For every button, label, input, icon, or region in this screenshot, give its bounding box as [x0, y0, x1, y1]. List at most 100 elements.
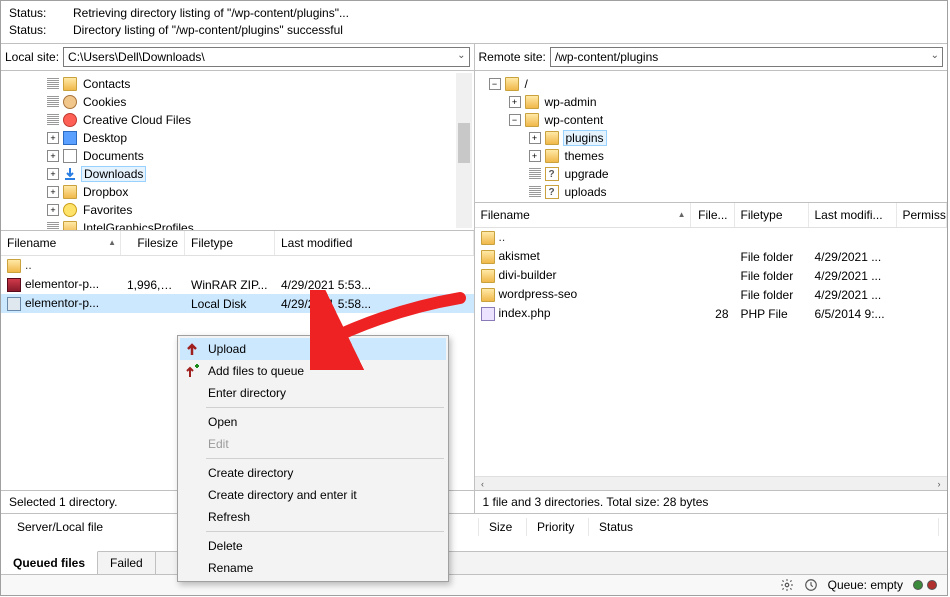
menu-item-refresh[interactable]: Refresh [180, 506, 446, 528]
tree-item-label: wp-content [543, 113, 606, 127]
chevron-down-icon[interactable]: ⌄ [931, 50, 939, 61]
context-menu[interactable]: UploadAdd files to queue Enter directory O… [177, 335, 449, 582]
list-item[interactable]: index.php28PHP File6/5/2014 9:... [475, 304, 948, 323]
tree-item[interactable]: + wp-admin [481, 93, 946, 111]
menu-item-label: Rename [208, 561, 253, 575]
local-tree[interactable]: Contacts Cookies Creative Cloud Files + Desk… [1, 71, 474, 231]
list-item[interactable]: wordpress-seoFile folder4/29/2021 ... [475, 285, 948, 304]
tree-item-label: Downloads [81, 166, 146, 182]
status-dot-green [913, 580, 923, 590]
col-modified[interactable]: Last modifi... [809, 203, 897, 227]
menu-item-create-directory[interactable]: Create directory [180, 462, 446, 484]
tab-failed[interactable]: Failed [98, 552, 156, 574]
expand-icon[interactable]: + [47, 168, 59, 180]
tree-item[interactable]: Contacts [7, 75, 472, 93]
tree-item[interactable]: Cookies [7, 93, 472, 111]
tab-queued-files[interactable]: Queued files [1, 551, 98, 574]
tree-item[interactable]: +Favorites [7, 201, 472, 219]
tree-connector [47, 78, 59, 90]
remote-path-input[interactable] [550, 47, 943, 67]
tree-item-label: Desktop [81, 131, 129, 145]
expand-icon[interactable]: + [509, 96, 521, 108]
list-item[interactable]: akismetFile folder4/29/2021 ... [475, 247, 948, 266]
list-item[interactable]: .. [1, 256, 474, 275]
expand-icon[interactable]: + [47, 186, 59, 198]
col-filesize[interactable]: Filesize [121, 231, 185, 255]
file-modified: 4/29/2021 ... [809, 269, 897, 283]
tree-item[interactable]: +themes [481, 147, 946, 165]
file-type: File folder [735, 250, 809, 264]
remote-file-list[interactable]: Filename▲ File... Filetype Last modifi..… [475, 203, 948, 490]
status-line: Retrieving directory listing of "/wp-con… [73, 5, 349, 22]
tree-item-label: / [523, 77, 530, 91]
file-modified: 4/29/2021 ... [809, 250, 897, 264]
expand-icon[interactable]: − [509, 114, 521, 126]
tree-item-label: plugins [563, 130, 607, 146]
list-item[interactable]: divi-builderFile folder4/29/2021 ... [475, 266, 948, 285]
tree-item[interactable]: + Desktop [7, 129, 472, 147]
col-filesize[interactable]: File... [691, 203, 735, 227]
file-name: elementor-p... [25, 296, 99, 310]
list-item[interactable]: elementor-p...Local Disk4/29/2021 5:58..… [1, 294, 474, 313]
col-filetype[interactable]: Filetype [185, 231, 275, 255]
col-filename[interactable]: Filename▲ [1, 231, 121, 255]
list-item[interactable]: elementor-p...1,996,832WinRAR ZIP...4/29… [1, 275, 474, 294]
upload-icon [184, 341, 200, 357]
tree-item-label: Cookies [81, 95, 128, 109]
menu-item-upload[interactable]: Upload [180, 338, 446, 360]
tree-item[interactable]: + Dropbox [7, 183, 472, 201]
col-filename[interactable]: Filename▲ [475, 203, 691, 227]
menu-item-label: Enter directory [208, 386, 286, 400]
menu-item-open[interactable]: Open [180, 411, 446, 433]
menu-item-edit: Edit [180, 433, 446, 455]
tree-item-label: Dropbox [81, 185, 130, 199]
menu-item-create-directory-and-enter-it[interactable]: Create directory and enter it [180, 484, 446, 506]
col-permissions[interactable]: Permissi... [897, 203, 948, 227]
tree-item[interactable]: + plugins [481, 129, 946, 147]
file-name: index.php [499, 306, 551, 320]
status-label: Status: [9, 5, 73, 22]
expand-icon[interactable]: + [529, 132, 541, 144]
gear-icon[interactable] [780, 578, 794, 592]
qcol-priority[interactable]: Priority [529, 518, 589, 536]
expand-icon[interactable]: + [47, 132, 59, 144]
queue-icon[interactable] [804, 578, 818, 592]
menu-item-delete[interactable]: Delete [180, 535, 446, 557]
file-name: .. [499, 230, 506, 244]
file-name: wordpress-seo [499, 287, 578, 301]
tree-item[interactable]: + Downloads [7, 165, 472, 183]
expand-icon[interactable]: + [47, 150, 59, 162]
tree-item[interactable]: − wp-content [481, 111, 946, 129]
scrollbar-h[interactable]: ‹› [475, 476, 948, 490]
col-filetype[interactable]: Filetype [735, 203, 809, 227]
chevron-down-icon[interactable]: ⌄ [457, 50, 465, 61]
queue-status: Queue: empty [828, 578, 903, 592]
local-path-input[interactable] [63, 47, 469, 67]
menu-item-add-files-to-queue[interactable]: Add files to queue [180, 360, 446, 382]
expand-icon[interactable]: + [47, 204, 59, 216]
tree-item-label: wp-admin [543, 95, 599, 109]
menu-item-enter-directory[interactable]: Enter directory [180, 382, 446, 404]
tree-item[interactable]: IntelGraphicsProfiles [7, 219, 472, 231]
file-modified: 4/29/2021 5:53... [275, 278, 474, 292]
menu-item-label: Edit [208, 437, 229, 451]
tree-item-label: Creative Cloud Files [81, 113, 193, 127]
list-item[interactable]: .. [475, 228, 948, 247]
tree-item[interactable]: −/ [481, 75, 946, 93]
tree-item[interactable]: ?upgrade [481, 165, 946, 183]
tree-item[interactable]: ?uploads [481, 183, 946, 201]
file-modified: 4/29/2021 ... [809, 288, 897, 302]
tree-item-label: upgrade [563, 167, 611, 181]
qcol-status[interactable]: Status [591, 518, 939, 536]
expand-icon[interactable]: + [529, 150, 541, 162]
expand-icon[interactable]: − [489, 78, 501, 90]
remote-tree[interactable]: −/+wp-admin−wp-content+plugins+themes?up… [475, 71, 948, 203]
qcol-size[interactable]: Size [481, 518, 527, 536]
menu-item-rename[interactable]: Rename [180, 557, 446, 579]
menu-item-label: Create directory [208, 466, 293, 480]
tree-item[interactable]: Creative Cloud Files [7, 111, 472, 129]
scrollbar[interactable] [456, 73, 472, 228]
status-log: Status:Retrieving directory listing of "… [1, 1, 947, 44]
tree-item[interactable]: +Documents [7, 147, 472, 165]
col-modified[interactable]: Last modified [275, 231, 474, 255]
